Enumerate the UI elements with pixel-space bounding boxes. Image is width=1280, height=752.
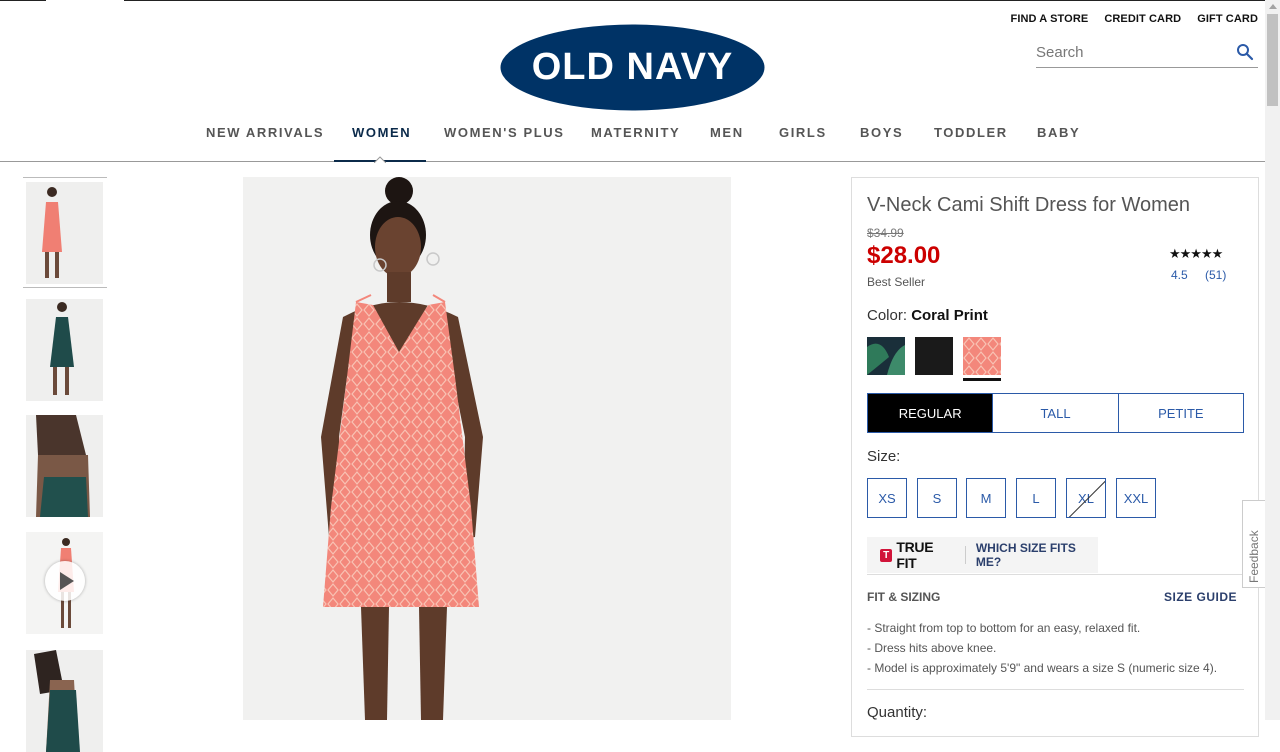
feedback-label: Feedback bbox=[1247, 530, 1261, 583]
gift-card-link[interactable]: GIFT CARD bbox=[1197, 13, 1258, 25]
size-label: Size: bbox=[867, 448, 901, 465]
feedback-tab[interactable]: Feedback bbox=[1242, 500, 1265, 588]
top-border bbox=[0, 0, 1280, 2]
logo-text: OLD NAVY bbox=[531, 46, 734, 88]
which-size-fits-link[interactable]: WHICH SIZE FITS ME? bbox=[976, 541, 1098, 569]
divider bbox=[867, 574, 1244, 575]
scroll-up-icon[interactable] bbox=[1269, 4, 1277, 9]
size-guide-link[interactable]: SIZE GUIDE bbox=[1164, 590, 1237, 604]
thumbnail-image bbox=[26, 299, 103, 401]
color-label: Color: Coral Print bbox=[867, 307, 988, 324]
review-count-link[interactable]: (51) bbox=[1205, 268, 1226, 282]
divider bbox=[867, 689, 1244, 690]
page-scrollbar[interactable] bbox=[1265, 0, 1280, 720]
size-l-button[interactable]: L bbox=[1016, 478, 1056, 518]
utility-links: FIND A STORE CREDIT CARD GIFT CARD bbox=[1011, 13, 1259, 25]
fit-regular-tab[interactable]: REGULAR bbox=[868, 394, 994, 432]
nav-boys[interactable]: BOYS bbox=[860, 125, 903, 140]
find-a-store-link[interactable]: FIND A STORE bbox=[1011, 13, 1089, 25]
search-icon[interactable] bbox=[1236, 43, 1254, 61]
credit-card-link[interactable]: CREDIT CARD bbox=[1104, 13, 1181, 25]
thumbnail-1[interactable] bbox=[26, 182, 103, 284]
search-input[interactable] bbox=[1036, 40, 1226, 64]
swatch-black[interactable] bbox=[915, 337, 953, 375]
nav-toddler[interactable]: TODDLER bbox=[934, 125, 1008, 140]
fit-details-list: - Straight from top to bottom for an eas… bbox=[867, 618, 1217, 678]
nav-new-arrivals[interactable]: NEW ARRIVALS bbox=[206, 125, 324, 140]
main-product-image[interactable] bbox=[243, 177, 731, 720]
nav-womens-plus[interactable]: WOMEN'S PLUS bbox=[444, 125, 565, 140]
fit-detail-item: - Dress hits above knee. bbox=[867, 641, 997, 655]
swatch-coral-print[interactable] bbox=[963, 337, 1001, 375]
fit-type-selector: REGULAR TALL PETITE bbox=[867, 393, 1244, 433]
sale-price: $28.00 bbox=[867, 242, 941, 269]
fit-sizing-heading[interactable]: FIT & SIZING bbox=[867, 590, 940, 604]
rating-stars-icon[interactable]: ★★★★★ bbox=[1169, 246, 1223, 262]
original-price: $34.99 bbox=[867, 226, 904, 240]
nav-maternity[interactable]: MATERNITY bbox=[591, 125, 680, 140]
thumb-separator bbox=[23, 177, 107, 178]
true-fit-divider bbox=[964, 546, 966, 564]
fit-tall-tab[interactable]: TALL bbox=[993, 394, 1119, 432]
nav-caret-icon bbox=[374, 156, 386, 163]
play-icon[interactable] bbox=[45, 561, 85, 601]
thumbnail-video[interactable] bbox=[26, 532, 103, 634]
product-details-panel: V-Neck Cami Shift Dress for Women $34.99… bbox=[851, 177, 1259, 737]
size-xxl-button[interactable]: XXL bbox=[1116, 478, 1156, 518]
nav-women[interactable]: WOMEN bbox=[352, 125, 411, 140]
selected-swatch-indicator bbox=[963, 378, 1001, 381]
thumbnail-5[interactable] bbox=[26, 650, 103, 752]
model-photo bbox=[243, 177, 731, 720]
true-fit-widget: T TRUE FIT WHICH SIZE FITS ME? bbox=[867, 537, 1098, 573]
selected-color-name: Coral Print bbox=[911, 307, 988, 324]
color-label-text: Color: bbox=[867, 307, 908, 324]
swatch-green-print[interactable] bbox=[867, 337, 905, 375]
thumb-separator bbox=[23, 287, 107, 288]
thumbnail-image bbox=[26, 650, 103, 752]
thumbnail-image bbox=[26, 415, 103, 517]
product-title: V-Neck Cami Shift Dress for Women bbox=[867, 194, 1191, 216]
fit-detail-item: - Straight from top to bottom for an eas… bbox=[867, 621, 1141, 635]
quantity-label: Quantity: bbox=[867, 704, 928, 721]
true-fit-label: TRUE FIT bbox=[896, 539, 934, 571]
nav-baby[interactable]: BABY bbox=[1037, 125, 1080, 140]
search-box bbox=[1036, 40, 1258, 68]
nav-girls[interactable]: GIRLS bbox=[779, 125, 827, 140]
nav-men[interactable]: MEN bbox=[710, 125, 744, 140]
old-navy-logo[interactable]: OLD NAVY bbox=[500, 24, 765, 111]
true-fit-logo-icon: T bbox=[880, 548, 893, 562]
size-xs-button[interactable]: XS bbox=[867, 478, 907, 518]
thumbnail-2[interactable] bbox=[26, 299, 103, 401]
size-m-button[interactable]: M bbox=[966, 478, 1006, 518]
fit-petite-tab[interactable]: PETITE bbox=[1119, 394, 1243, 432]
rating-value: 4.5 bbox=[1171, 268, 1188, 282]
main-nav: NEW ARRIVALS WOMEN WOMEN'S PLUS MATERNIT… bbox=[0, 120, 1265, 163]
fit-detail-item: - Model is approximately 5'9" and wears … bbox=[867, 661, 1218, 675]
thumbnail-3[interactable] bbox=[26, 415, 103, 517]
thumbnail-image bbox=[26, 182, 103, 284]
best-seller-badge: Best Seller bbox=[867, 275, 926, 289]
size-s-button[interactable]: S bbox=[917, 478, 957, 518]
size-xl-button[interactable]: XL bbox=[1066, 478, 1106, 518]
scrollbar-thumb[interactable] bbox=[1267, 14, 1278, 106]
